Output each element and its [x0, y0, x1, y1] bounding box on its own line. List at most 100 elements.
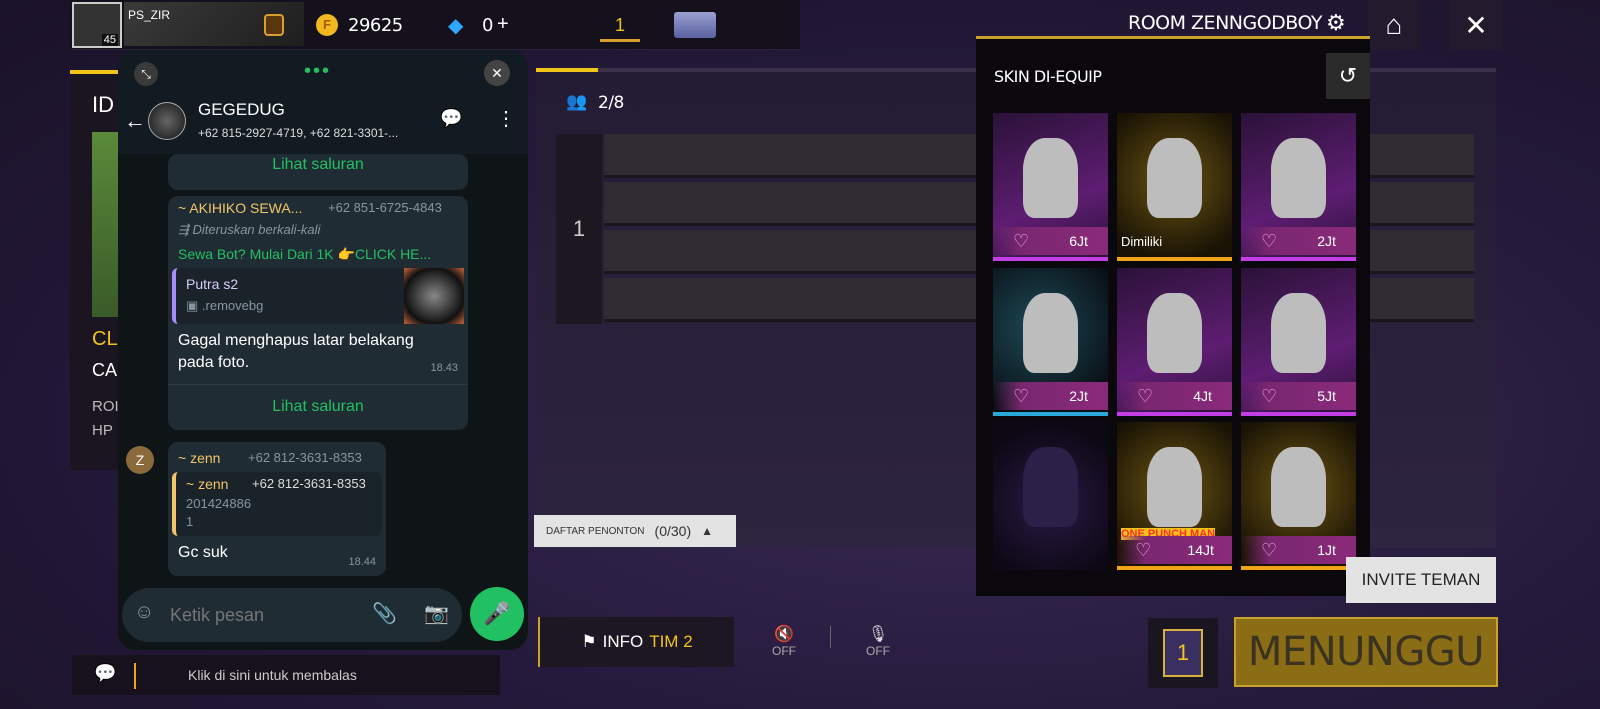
quote-text: 201424886 — [186, 496, 252, 511]
reply-prompt: Klik di sini untuk membalas — [188, 667, 357, 683]
back-button[interactable]: ↺ — [1326, 53, 1370, 99]
quoted-message[interactable]: ~ zenn +62 812-3631-8353 201424886 1 — [172, 472, 382, 536]
invite-friends-button[interactable]: INVITE TEMAN — [1346, 557, 1496, 603]
attach-icon[interactable]: 📎 — [372, 601, 397, 626]
skin-slot[interactable]: ♡ 2Jt — [1241, 113, 1356, 261]
players-icon: 👥 — [566, 92, 588, 111]
speaker-toggle[interactable]: 🔇 OFF — [772, 624, 796, 658]
quoted-message[interactable]: Putra s2 ▣ .removebg — [172, 268, 464, 324]
message-time: 18.44 — [348, 556, 376, 568]
forwarded-icon: ⇶ — [178, 222, 193, 237]
like-heart-icon[interactable]: ♡ — [1261, 231, 1277, 252]
message-bubble: ~ AKIHIKO SEWA... +62 851-6725-4843 ⇶ Di… — [168, 196, 468, 430]
like-heart-icon[interactable]: ♡ — [1013, 386, 1029, 407]
gold-coin-icon: F — [316, 14, 338, 36]
close-bubble-icon[interactable]: ✕ — [484, 60, 510, 86]
skin-item-image — [1147, 293, 1202, 373]
message-time: 18.43 — [430, 362, 458, 374]
close-button[interactable]: ✕ — [1450, 0, 1502, 50]
speaker-muted-icon: 🔇 — [774, 626, 794, 643]
rank-badge-icon[interactable]: 1 — [600, 8, 640, 42]
team-info-button[interactable]: ⚑ INFO TIM 2 — [538, 617, 734, 667]
skin-item-image — [1023, 447, 1078, 527]
player-name: PS_ZIR — [128, 8, 171, 22]
skin-slot[interactable]: Dimiliki — [1117, 113, 1232, 261]
flag-icon: ⚑ — [581, 632, 597, 651]
pass-card-icon[interactable] — [674, 12, 716, 38]
mic-muted-icon: 🎙 — [867, 626, 889, 643]
sender-avatar[interactable]: Z — [126, 446, 154, 474]
quote-text: 1 — [186, 514, 194, 529]
sender-name[interactable]: ~ zenn — [178, 450, 220, 466]
mystery-box-button[interactable]: 1 — [1148, 618, 1218, 688]
like-count: 14Jt — [1187, 542, 1214, 558]
message-text: Gagal menghapus latar belakang pada foto… — [178, 332, 414, 371]
team-label: TIM 2 — [649, 632, 693, 651]
spectator-list-toggle[interactable]: DAFTAR PENONTON (0/30) ▲ — [534, 515, 736, 547]
quote-thumbnail — [404, 268, 464, 324]
player-name-card[interactable]: PS_ZIR — [124, 2, 304, 46]
player-avatar[interactable]: 45 — [72, 2, 122, 48]
promo-link[interactable]: Sewa Bot? Mulai Dari 1K 👉CLICK HE... — [178, 246, 431, 263]
skin-slot[interactable]: ♡ 4Jt — [1117, 268, 1232, 416]
sender-name[interactable]: ~ AKIHIKO SEWA... — [178, 200, 302, 216]
group-avatar[interactable] — [148, 102, 186, 140]
skin-item-image — [1271, 447, 1326, 527]
diamond-icon: ◆ — [448, 15, 464, 37]
message-text: Gc suk — [178, 544, 228, 561]
like-heart-icon[interactable]: ♡ — [1135, 540, 1151, 561]
like-count: 2Jt — [1317, 233, 1336, 249]
drag-handle-icon[interactable]: ••• — [304, 60, 331, 83]
message-input-bar: ☺ 📎 📷 — [122, 588, 462, 642]
player-count: 2/8 — [598, 93, 624, 113]
message-input[interactable] — [170, 600, 350, 630]
add-diamond-button[interactable]: + — [497, 13, 509, 36]
like-heart-icon[interactable]: ♡ — [1137, 386, 1153, 407]
owned-label: Dimiliki — [1121, 234, 1163, 249]
rounds-label: ROI — [92, 398, 119, 415]
skin-item-image — [1271, 138, 1326, 218]
skin-item-image — [1271, 293, 1326, 373]
like-count: 1Jt — [1317, 542, 1336, 558]
like-heart-icon[interactable]: ♡ — [1261, 386, 1277, 407]
group-name[interactable]: GEGEDUG — [198, 100, 285, 120]
guild-badge-icon — [264, 14, 284, 36]
skin-slot[interactable] — [993, 422, 1108, 570]
speaker-status: OFF — [772, 644, 796, 658]
home-button[interactable]: ⌂ — [1368, 0, 1420, 50]
back-arrow-icon[interactable]: ← — [124, 108, 146, 134]
settings-gear-icon[interactable]: ⚙ — [1326, 10, 1346, 36]
view-channel-link[interactable]: Lihat saluran — [168, 154, 468, 190]
skin-item-image — [1023, 138, 1078, 218]
skin-slot[interactable]: ♡ 2Jt — [993, 268, 1108, 416]
more-options-icon[interactable]: ⋮ — [496, 106, 516, 131]
forwarded-label: ⇶ Diteruskan berkali-kali — [178, 222, 321, 237]
message-bubble: ~ zenn +62 812-3631-8353 ~ zenn +62 812-… — [168, 442, 386, 576]
skin-item-image — [1147, 138, 1202, 218]
camera-icon[interactable]: 📷 — [424, 601, 449, 626]
id-label: ID — [92, 92, 114, 117]
info-label: INFO — [602, 632, 644, 651]
skin-slot[interactable]: ♡ 1Jt — [1241, 422, 1356, 570]
like-heart-icon[interactable]: ♡ — [1261, 540, 1277, 561]
resize-icon[interactable]: ⤡ — [134, 62, 158, 86]
skin-slot[interactable]: ONE PUNCH MAN ♡ 14Jt — [1117, 422, 1232, 570]
quote-author: Putra s2 — [186, 276, 239, 292]
like-heart-icon[interactable]: ♡ — [1013, 231, 1029, 252]
voice-chat-icon[interactable]: 💬 — [440, 108, 462, 129]
skin-slot[interactable]: ♡ 5Jt — [1241, 268, 1356, 416]
skin-panel-title: SKIN DI-EQUIP — [994, 67, 1102, 86]
team-number: 1 — [556, 134, 602, 324]
whatsapp-bubble-window: ⤡ ••• ✕ ← GEGEDUG +62 815-2927-4719, +62… — [118, 50, 528, 650]
mic-toggle[interactable]: 🎙 OFF — [866, 624, 890, 658]
quote-phone: +62 812-3631-8353 — [252, 476, 366, 491]
view-channel-link[interactable]: Lihat saluran — [168, 384, 468, 430]
reply-bar[interactable]: 💬 Klik di sini untuk membalas — [72, 655, 500, 695]
caret-up-icon: ▲ — [701, 524, 713, 538]
voice-record-button[interactable]: 🎤 — [470, 587, 524, 641]
skin-slot[interactable]: ♡ 6Jt — [993, 113, 1108, 261]
spectator-count: (0/30) — [654, 523, 692, 539]
sticker-icon[interactable]: ☺ — [134, 601, 154, 624]
like-count: 5Jt — [1317, 388, 1336, 404]
ready-button[interactable]: MENUNGGU — [1234, 617, 1498, 687]
